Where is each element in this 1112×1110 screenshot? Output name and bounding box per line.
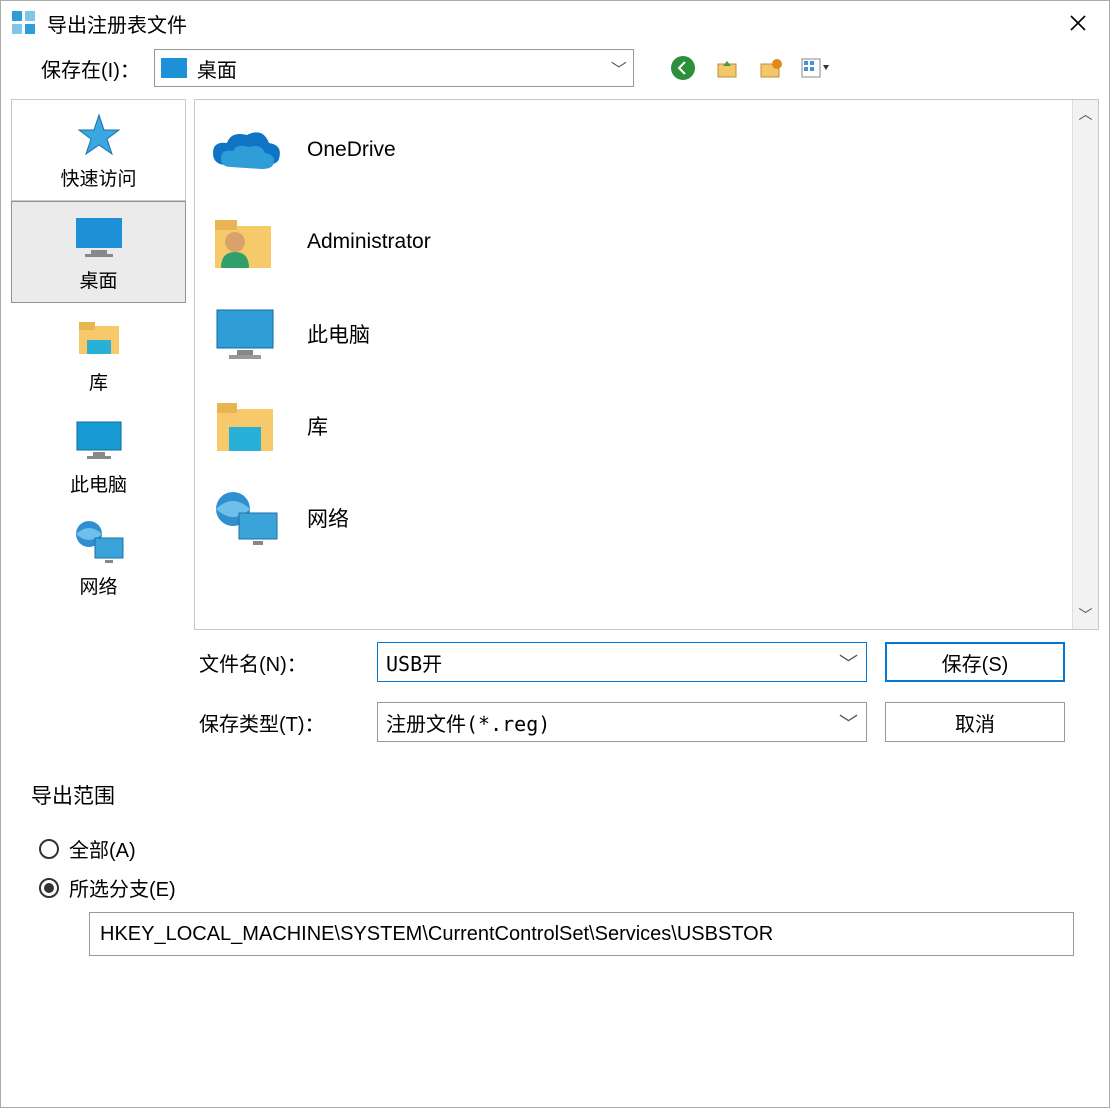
radio-icon [39,878,59,898]
chevron-down-icon[interactable]: ﹀ [839,709,858,736]
place-label: 库 [89,368,108,395]
list-item-label: 网络 [307,503,349,533]
save-in-row: 保存在(I)： 桌面 ﹀ [1,45,1109,97]
network-icon [71,518,127,566]
libraries-icon [73,314,125,362]
list-item[interactable]: 此电脑 [199,294,1068,374]
desktop-icon [161,58,187,78]
file-list-pane: OneDrive Administrator 此电脑 [194,99,1099,630]
radio-all[interactable]: 全部(A) [39,834,1077,863]
file-browser: 快速访问 桌面 库 此电脑 [1,97,1109,632]
cancel-button[interactable]: 取消 [885,702,1065,742]
place-label: 网络 [79,572,117,599]
save-in-combo[interactable]: 桌面 ﹀ [154,49,634,87]
list-item[interactable]: 库 [199,386,1068,466]
new-folder-icon[interactable] [756,53,786,83]
filename-row: 文件名(N)： USB开 ﹀ 保存(S) [199,642,1083,682]
place-libraries[interactable]: 库 [11,303,186,405]
filetype-label: 保存类型(T)： [199,708,359,737]
filetype-value: 注册文件(*.reg) [386,708,839,737]
radio-selected-branch[interactable]: 所选分支(E) [39,873,1077,902]
save-in-value: 桌面 [197,54,611,83]
branch-path-value: HKEY_LOCAL_MACHINE\SYSTEM\CurrentControl… [100,923,773,946]
onedrive-icon [207,116,285,184]
up-folder-icon[interactable] [712,53,742,83]
radio-icon [39,839,59,859]
pc-icon [71,416,127,464]
network-item-icon [207,484,285,552]
list-item[interactable]: 网络 [199,478,1068,558]
filename-combo[interactable]: USB开 ﹀ [377,642,867,682]
user-folder-icon [207,208,285,276]
back-icon[interactable] [668,53,698,83]
registry-app-icon [11,10,37,36]
list-item-label: OneDrive [307,138,396,162]
scroll-down-icon[interactable]: ﹀ [1079,605,1093,625]
save-in-label: 保存在(I)： [41,54,140,83]
list-item-label: Administrator [307,230,431,254]
save-button[interactable]: 保存(S) [885,642,1065,682]
filetype-row: 保存类型(T)： 注册文件(*.reg) ﹀ 取消 [199,702,1083,742]
place-quick-access[interactable]: 快速访问 [11,99,186,201]
list-item-label: 库 [307,411,328,441]
list-item-label: 此电脑 [307,319,370,349]
place-this-pc[interactable]: 此电脑 [11,405,186,507]
filetype-combo[interactable]: 注册文件(*.reg) ﹀ [377,702,867,742]
dialog-window: 导出注册表文件 保存在(I)： 桌面 ﹀ [0,0,1110,1108]
title-bar: 导出注册表文件 [1,1,1109,45]
toolbar-icons [668,53,830,83]
place-desktop[interactable]: 桌面 [11,201,186,303]
export-range-group: 导出范围 全部(A) 所选分支(E) HKEY_LOCAL_MACHINE\SY… [31,780,1085,956]
branch-path-input[interactable]: HKEY_LOCAL_MACHINE\SYSTEM\CurrentControl… [89,912,1074,956]
list-item[interactable]: OneDrive [199,110,1068,190]
chevron-down-icon: ﹀ [611,56,627,80]
group-legend: 导出范围 [31,780,1085,810]
place-label: 快速访问 [60,164,136,191]
radio-label: 全部(A) [69,834,136,863]
place-label: 此电脑 [70,470,127,497]
place-label: 桌面 [79,266,117,293]
chevron-down-icon[interactable]: ﹀ [839,649,858,676]
radio-label: 所选分支(E) [69,873,176,902]
filename-label: 文件名(N)： [199,648,359,677]
list-item[interactable]: Administrator [199,202,1068,282]
star-icon [76,110,122,158]
window-title: 导出注册表文件 [47,9,187,38]
scrollbar[interactable]: ︿ ﹀ [1072,100,1098,629]
fields-area: 文件名(N)： USB开 ﹀ 保存(S) 保存类型(T)： 注册文件(*.reg… [1,632,1109,752]
place-network[interactable]: 网络 [11,507,186,609]
libraries-folder-icon [207,392,285,460]
view-menu-icon[interactable] [800,53,830,83]
this-pc-icon [207,300,285,368]
monitor-icon [71,212,127,260]
file-list[interactable]: OneDrive Administrator 此电脑 [195,100,1072,629]
scroll-up-icon[interactable]: ︿ [1079,104,1093,124]
close-button[interactable] [1051,3,1105,43]
places-bar: 快速访问 桌面 库 此电脑 [11,97,186,632]
filename-value: USB开 [386,652,442,676]
